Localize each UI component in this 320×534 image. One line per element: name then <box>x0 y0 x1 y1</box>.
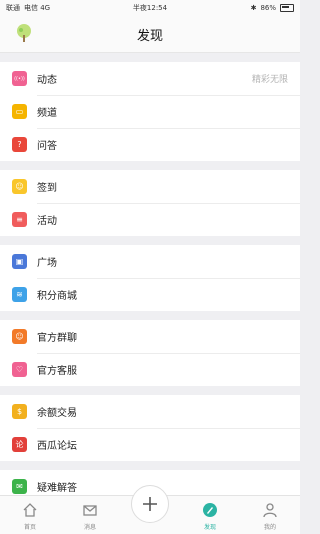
bottom-tab-bar: 首页 消息 发现 我的 <box>0 485 300 534</box>
tab-label: 首页 <box>23 524 36 531</box>
battery-percent: 86% <box>260 4 276 12</box>
menu-item-label: 余额交易 <box>37 408 77 419</box>
tab-discover[interactable]: 发现 <box>180 496 240 534</box>
menu-item-label: 动态 <box>37 75 57 86</box>
service-icon: ♡ <box>12 362 27 377</box>
points-mall-icon: ≋ <box>12 287 27 302</box>
menu-group: ▣ 广场 ≋ 积分商城 <box>0 245 300 311</box>
menu-item-label: 官方客服 <box>37 366 77 377</box>
status-left: 联通 电信 4G <box>6 3 50 13</box>
tab-plus[interactable] <box>120 485 180 534</box>
tab-label: 消息 <box>83 524 96 531</box>
forum-icon: 论 <box>12 437 27 452</box>
status-right: ✱ 86% <box>251 4 294 12</box>
avatar[interactable] <box>13 22 35 44</box>
menu-item-label: 西瓜论坛 <box>37 441 77 452</box>
qa-icon: ? <box>12 137 27 152</box>
profile-icon <box>261 501 279 519</box>
menu-item-label: 活动 <box>37 216 57 227</box>
tab-label: 发现 <box>203 524 216 531</box>
menu-item-service[interactable]: ♡ 官方客服 <box>0 353 300 386</box>
menu-item-balance[interactable]: $ 余额交易 <box>0 395 300 428</box>
carrier-label: 联通 <box>6 4 20 12</box>
menu-group: ☺ 官方群聊 ♡ 官方客服 <box>0 320 300 386</box>
menu-item-forum[interactable]: 论西瓜论坛 <box>0 428 300 461</box>
tab-profile[interactable]: 我的 <box>240 496 300 534</box>
tab-label: 我的 <box>263 524 276 531</box>
menu-item-points-mall[interactable]: ≋ 积分商城 <box>0 278 300 311</box>
tab-home[interactable]: 首页 <box>0 496 60 534</box>
menu-item-activity[interactable]: ≡ 活动 <box>0 203 300 236</box>
battery-icon <box>280 4 294 12</box>
activity-icon: ≡ <box>12 212 27 227</box>
menu-item-label: 问答 <box>37 141 57 152</box>
menu-group: $ 余额交易论西瓜论坛 <box>0 395 300 461</box>
discover-list: ((•)) 动态 精彩无限 ▭ 频道? 问答 ☺ 签到 ≡ 活动 ▣ 广场 ≋ 积分商城 ☺ 官方群聊 ♡ 官方客… <box>0 53 300 503</box>
square-icon: ▣ <box>12 254 27 269</box>
menu-item-checkin[interactable]: ☺ 签到 <box>0 170 300 203</box>
tab-mail[interactable]: 消息 <box>60 496 120 534</box>
menu-item-broadcast[interactable]: ((•)) 动态 精彩无限 <box>0 62 300 95</box>
discover-icon <box>201 501 219 519</box>
menu-item-label: 官方群聊 <box>37 333 77 344</box>
menu-item-label: 积分商城 <box>37 291 77 302</box>
mail-icon <box>81 501 99 519</box>
menu-item-label: 疑难解答 <box>37 483 77 494</box>
header: 发现 <box>0 16 300 53</box>
plus-icon[interactable] <box>131 485 169 523</box>
menu-item-label: 广场 <box>37 258 57 269</box>
channel-icon: ▭ <box>12 104 27 119</box>
bluetooth-icon: ✱ <box>250 4 257 12</box>
wechat-icon: ✉ <box>12 479 27 494</box>
menu-item-label: 频道 <box>37 108 57 119</box>
home-icon <box>21 501 39 519</box>
menu-group: ((•)) 动态 精彩无限 ▭ 频道? 问答 <box>0 62 300 161</box>
carrier2-label: 电信 4G <box>24 4 51 12</box>
group-chat-icon: ☺ <box>12 329 27 344</box>
menu-item-extra: 精彩无限 <box>251 75 288 85</box>
menu-group: ☺ 签到 ≡ 活动 <box>0 170 300 236</box>
avatar-tree-icon <box>17 24 31 42</box>
menu-item-square[interactable]: ▣ 广场 <box>0 245 300 278</box>
menu-item-channel[interactable]: ▭ 频道 <box>0 95 300 128</box>
page-title: 发现 <box>136 28 163 44</box>
balance-icon: $ <box>12 404 27 419</box>
checkin-icon: ☺ <box>12 179 27 194</box>
menu-item-group-chat[interactable]: ☺ 官方群聊 <box>0 320 300 353</box>
broadcast-icon: ((•)) <box>12 71 27 86</box>
status-bar: 联通 电信 4G 半夜12:54 ✱ 86% <box>0 0 300 16</box>
menu-item-qa[interactable]: ? 问答 <box>0 128 300 161</box>
menu-item-label: 签到 <box>37 183 57 194</box>
